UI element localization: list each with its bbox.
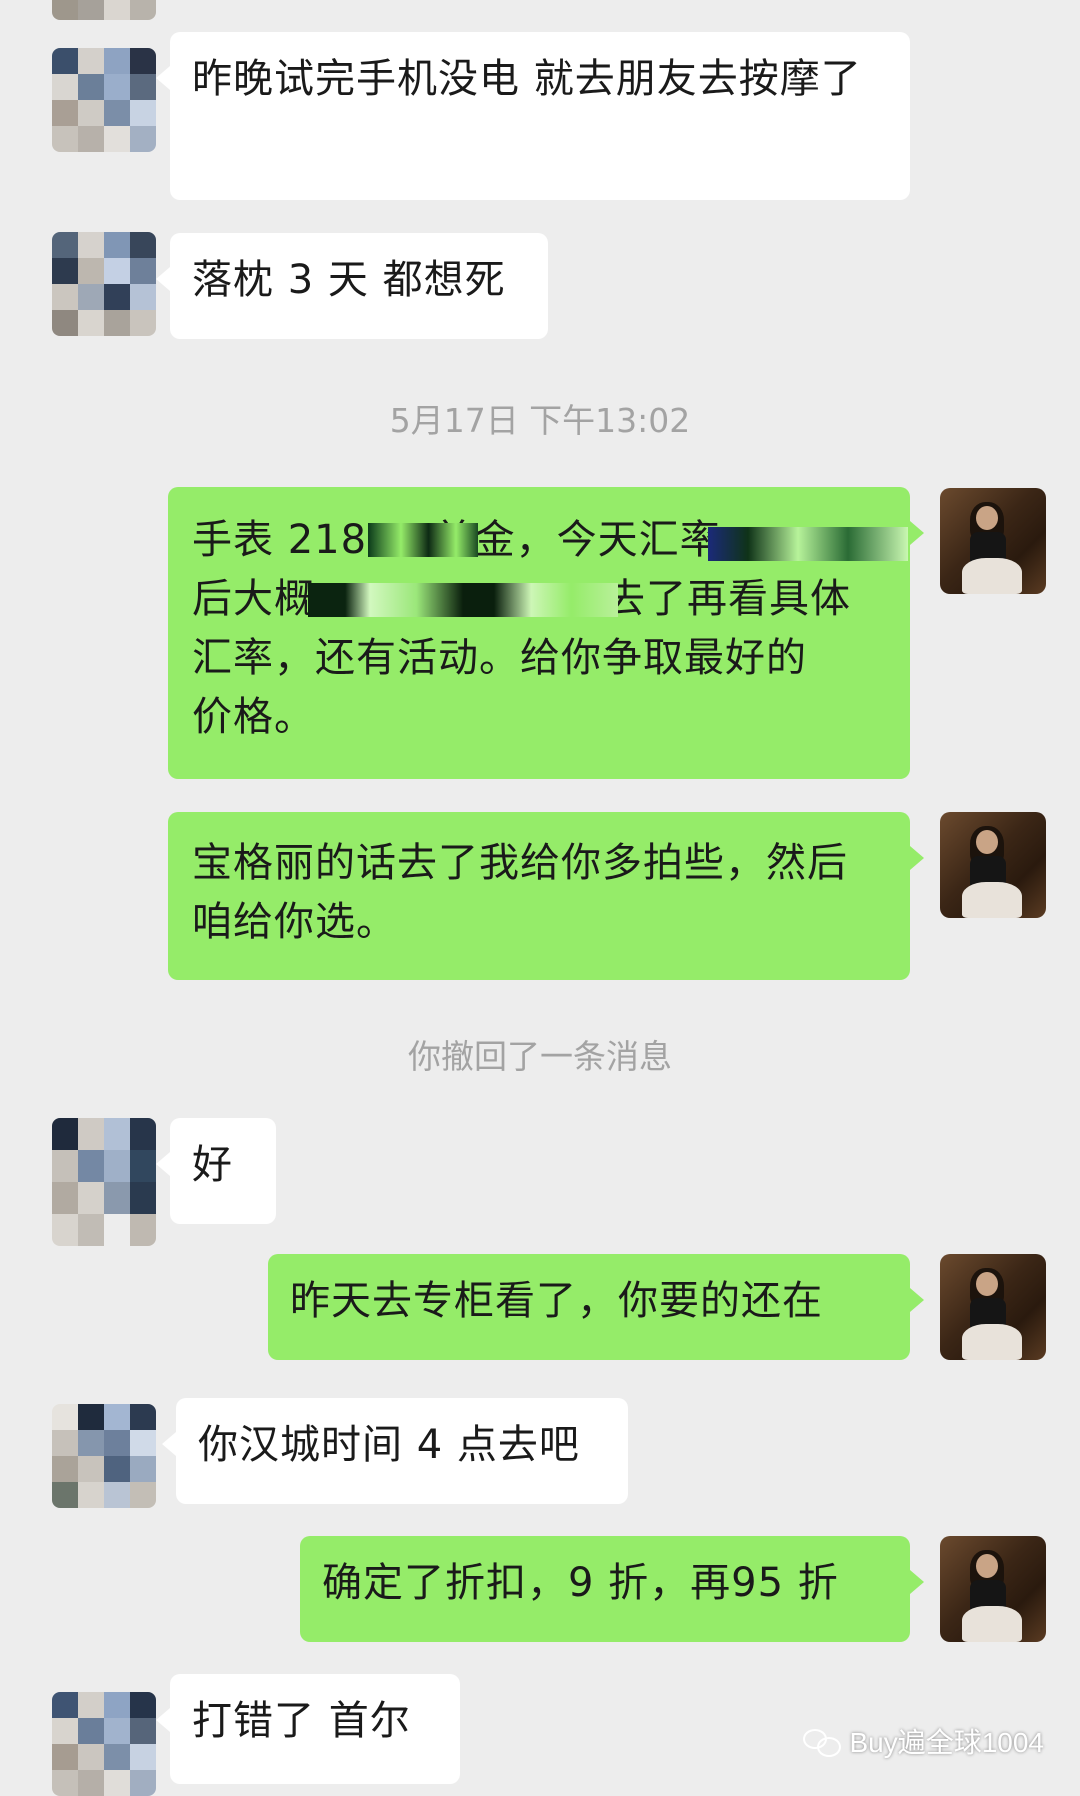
my-avatar[interactable]: [940, 1254, 1046, 1360]
contact-avatar[interactable]: [52, 1118, 156, 1246]
watermark-text: Buy遍全球1004: [849, 1727, 1044, 1758]
contact-avatar[interactable]: [52, 1404, 156, 1508]
message-text: 昨天去专柜看了，你要的还在: [290, 1278, 823, 1324]
message-text: 打错了 首尔: [192, 1698, 411, 1744]
watermark: Buy遍全球1004: [803, 1721, 1044, 1761]
recalled-message-notice: 你撤回了一条消息: [408, 1037, 672, 1076]
message-bubble-incoming[interactable]: 你汉城时间 4 点去吧: [162, 1398, 628, 1504]
message-bubble-outgoing[interactable]: 昨天去专柜看了，你要的还在: [268, 1254, 924, 1360]
redaction-mosaic: [708, 527, 908, 561]
contact-avatar[interactable]: [52, 232, 156, 336]
message-bubble-incoming[interactable]: 打错了 首尔: [156, 1674, 460, 1784]
redaction-mosaic: [308, 583, 618, 617]
message-text: 你汉城时间 4 点去吧: [198, 1422, 580, 1468]
contact-avatar[interactable]: [52, 48, 156, 152]
timestamp-divider: 5月17日 下午13:02: [389, 401, 691, 440]
message-text: 确定了折扣，9 折，再95 折: [322, 1560, 839, 1606]
message-line: 汇率，还有活动。给你争取最好的: [192, 635, 807, 681]
my-avatar[interactable]: [940, 1536, 1046, 1642]
message-line: 价格。: [192, 694, 315, 740]
message-bubble-outgoing[interactable]: 宝格丽的话去了我给你多拍些，然后咱给你选。: [168, 812, 924, 980]
message-bubble-outgoing[interactable]: 手表 21800 美金，今天汇率 后大概 去了再看具体 汇率，还有活动。给你争取最…: [168, 487, 924, 779]
message-text: 昨晚试完手机没电 就去朋友去按摩了: [192, 56, 862, 102]
my-avatar[interactable]: [940, 812, 1046, 918]
message-text: 好: [192, 1142, 233, 1188]
message-bubble-outgoing[interactable]: 确定了折扣，9 折，再95 折: [300, 1536, 924, 1642]
message-bubble-incoming[interactable]: 昨晚试完手机没电 就去朋友去按摩了: [156, 32, 910, 200]
message-bubble-incoming[interactable]: 落枕 3 天 都想死: [156, 233, 548, 339]
redaction-mosaic: [368, 523, 478, 557]
contact-avatar[interactable]: [52, 1692, 156, 1796]
message-bubble-incoming[interactable]: 好: [156, 1118, 276, 1224]
message-text: 落枕 3 天 都想死: [192, 257, 506, 303]
message-text: 宝格丽的话去了我给你多拍些，然后咱给你选。: [192, 840, 848, 945]
wechat-official-account-icon: [803, 1727, 842, 1757]
my-avatar[interactable]: [940, 488, 1046, 594]
contact-avatar[interactable]: [52, 0, 156, 20]
